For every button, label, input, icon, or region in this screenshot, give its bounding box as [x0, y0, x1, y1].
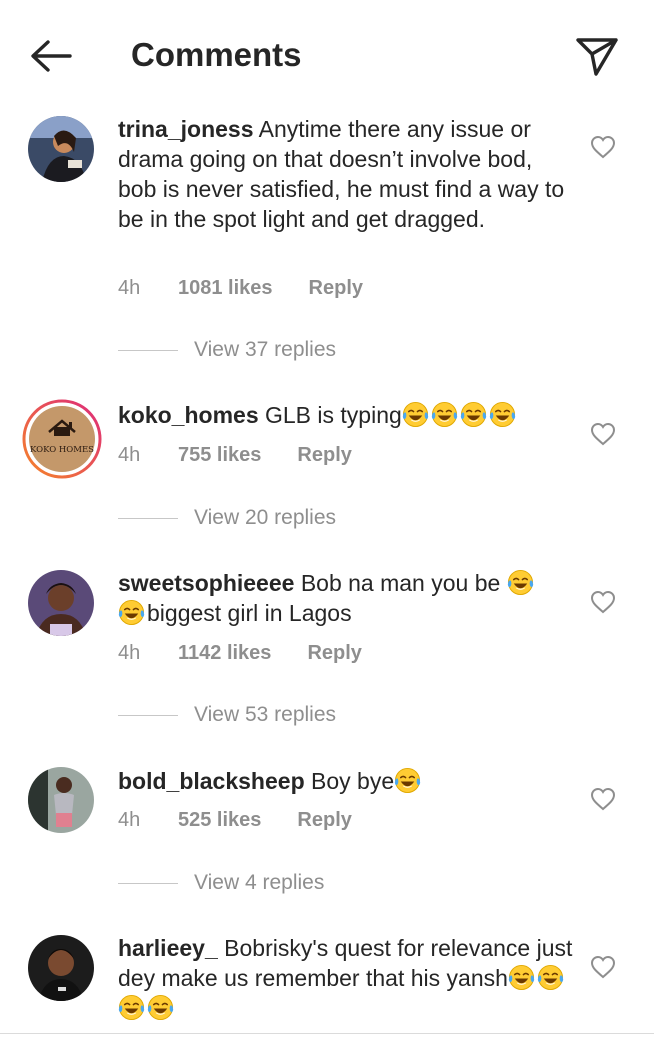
heart-outline-icon	[590, 787, 616, 811]
comment-username[interactable]: trina_joness	[118, 116, 254, 142]
comment-username[interactable]: harlieey_	[118, 935, 218, 961]
view-replies-label: View 4 replies	[194, 871, 325, 894]
tears-of-joy-emoji	[537, 964, 564, 991]
reply-button[interactable]: Reply	[297, 807, 351, 833]
avatar[interactable]	[28, 570, 94, 636]
tears-of-joy-emoji	[431, 401, 458, 428]
tears-of-joy-emoji	[489, 401, 516, 428]
arrow-left-icon	[31, 40, 72, 72]
divider-line	[118, 517, 178, 519]
reply-button[interactable]: Reply	[309, 275, 363, 301]
header-bar: Comments	[0, 0, 654, 110]
reply-button[interactable]: Reply	[297, 442, 351, 468]
avatar[interactable]	[28, 935, 94, 1001]
tears-of-joy-emoji	[147, 994, 174, 1021]
tears-of-joy-emoji	[118, 599, 145, 626]
comment-meta: 4h 525 likes Reply	[118, 807, 352, 833]
likes-count[interactable]: 1081 likes	[178, 275, 273, 301]
divider-line	[118, 714, 178, 716]
tears-of-joy-emoji	[460, 401, 487, 428]
heart-outline-icon	[590, 135, 616, 159]
comment-username[interactable]: koko_homes	[118, 402, 259, 428]
bottom-divider	[0, 1033, 654, 1034]
emoji-group	[402, 401, 518, 428]
avatar[interactable]: KOKO HOMES	[22, 399, 102, 479]
comment-time: 4h	[118, 277, 141, 299]
comment-time: 4h	[118, 444, 141, 466]
comment-body: bold_blacksheep Boy bye	[118, 766, 574, 796]
emoji-group	[118, 599, 147, 626]
like-button[interactable]	[590, 787, 616, 811]
comment-body: koko_homes GLB is typing	[118, 400, 574, 430]
like-button[interactable]	[590, 590, 616, 614]
heart-outline-icon	[590, 422, 616, 446]
comment-body: sweetsophieeee Bob na man you be biggest…	[118, 568, 574, 628]
heart-outline-icon	[590, 590, 616, 614]
comment-body: harlieey_ Bobrisky's quest for relevance…	[118, 933, 574, 1023]
divider-line	[118, 349, 178, 351]
comment-body: trina_joness Anytime there any issue or …	[118, 114, 574, 234]
view-replies-button[interactable]: View 37 replies	[118, 335, 336, 365]
likes-count[interactable]: 525 likes	[178, 807, 261, 833]
comment-meta: 4h 1081 likes Reply	[118, 275, 363, 301]
avatar[interactable]	[28, 116, 94, 182]
comment-time: 4h	[118, 809, 141, 831]
comment-username[interactable]: bold_blacksheep	[118, 768, 305, 794]
avatar-logo-text: KOKO HOMES	[30, 445, 94, 455]
view-replies-button[interactable]: View 20 replies	[118, 503, 336, 533]
paper-plane-icon	[576, 38, 618, 76]
avatar[interactable]	[28, 767, 94, 833]
view-replies-label: View 53 replies	[194, 703, 337, 726]
comment-text-start: Bob na man you be	[300, 570, 501, 596]
divider-line	[118, 882, 178, 884]
comment-meta: 4h 755 likes Reply	[118, 442, 352, 468]
heart-outline-icon	[590, 955, 616, 979]
tears-of-joy-emoji	[118, 994, 145, 1021]
tears-of-joy-emoji	[508, 964, 535, 991]
view-replies-button[interactable]: View 53 replies	[118, 700, 336, 730]
comment-username[interactable]: sweetsophieeee	[118, 570, 294, 596]
comment-text-end: biggest girl in Lagos	[147, 600, 352, 626]
view-replies-button[interactable]: View 4 replies	[118, 868, 324, 898]
comment-text: GLB is typing	[265, 402, 402, 428]
comment-meta: 4h 1142 likes Reply	[118, 640, 362, 666]
view-replies-label: View 37 replies	[194, 338, 337, 361]
comment-text: Boy bye	[311, 768, 395, 794]
back-button[interactable]	[28, 34, 76, 78]
emoji-group	[394, 767, 423, 794]
page-title: Comments	[131, 36, 302, 73]
tears-of-joy-emoji	[507, 569, 534, 596]
like-button[interactable]	[590, 422, 616, 446]
share-button[interactable]	[574, 34, 620, 78]
comment-time: 4h	[118, 642, 141, 664]
like-button[interactable]	[590, 955, 616, 979]
tears-of-joy-emoji	[394, 767, 421, 794]
view-replies-label: View 20 replies	[194, 506, 337, 529]
emoji-group	[507, 569, 536, 596]
likes-count[interactable]: 755 likes	[178, 442, 261, 468]
likes-count[interactable]: 1142 likes	[178, 640, 271, 666]
tears-of-joy-emoji	[402, 401, 429, 428]
reply-button[interactable]: Reply	[307, 640, 361, 666]
like-button[interactable]	[590, 135, 616, 159]
